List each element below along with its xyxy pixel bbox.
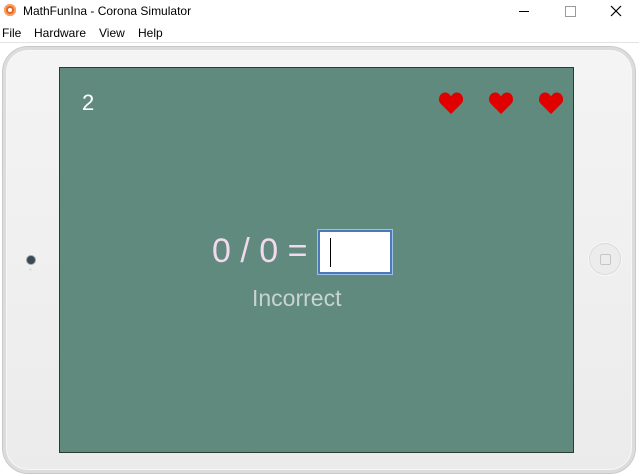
menu-hardware[interactable]: Hardware: [34, 26, 86, 40]
feedback-text: Incorrect: [252, 285, 342, 311]
menu-divider: [0, 42, 639, 43]
window-title: MathFunIna - Corona Simulator: [23, 4, 192, 18]
life-heart-1: [438, 90, 464, 116]
menu-file[interactable]: File: [2, 26, 21, 40]
math-question: 0 / 0 =: [212, 232, 308, 270]
close-button[interactable]: [593, 0, 639, 22]
front-camera: [27, 256, 35, 264]
home-button[interactable]: [589, 243, 621, 275]
maximize-icon: [564, 5, 576, 17]
menu-help[interactable]: Help: [138, 26, 163, 40]
minimize-icon: [519, 10, 529, 12]
level-counter: 2: [82, 90, 95, 115]
maximize-button[interactable]: [547, 0, 593, 22]
camera-sensor: [29, 268, 32, 271]
text-cursor: [330, 238, 331, 267]
close-icon: [610, 5, 622, 17]
menu-view[interactable]: View: [99, 26, 125, 40]
window-titlebar: MathFunIna - Corona Simulator: [0, 0, 639, 22]
life-heart-2: [488, 90, 514, 116]
corona-simulator-icon: [4, 4, 16, 16]
game-screen: 2 0 / 0 = Incorrect: [59, 67, 574, 453]
menu-bar: File Hardware View Help: [0, 23, 639, 42]
heart-icon: [538, 92, 564, 114]
life-heart-3: [538, 90, 564, 116]
minimize-button[interactable]: [501, 0, 547, 22]
heart-icon: [438, 92, 464, 114]
heart-icon: [488, 92, 514, 114]
